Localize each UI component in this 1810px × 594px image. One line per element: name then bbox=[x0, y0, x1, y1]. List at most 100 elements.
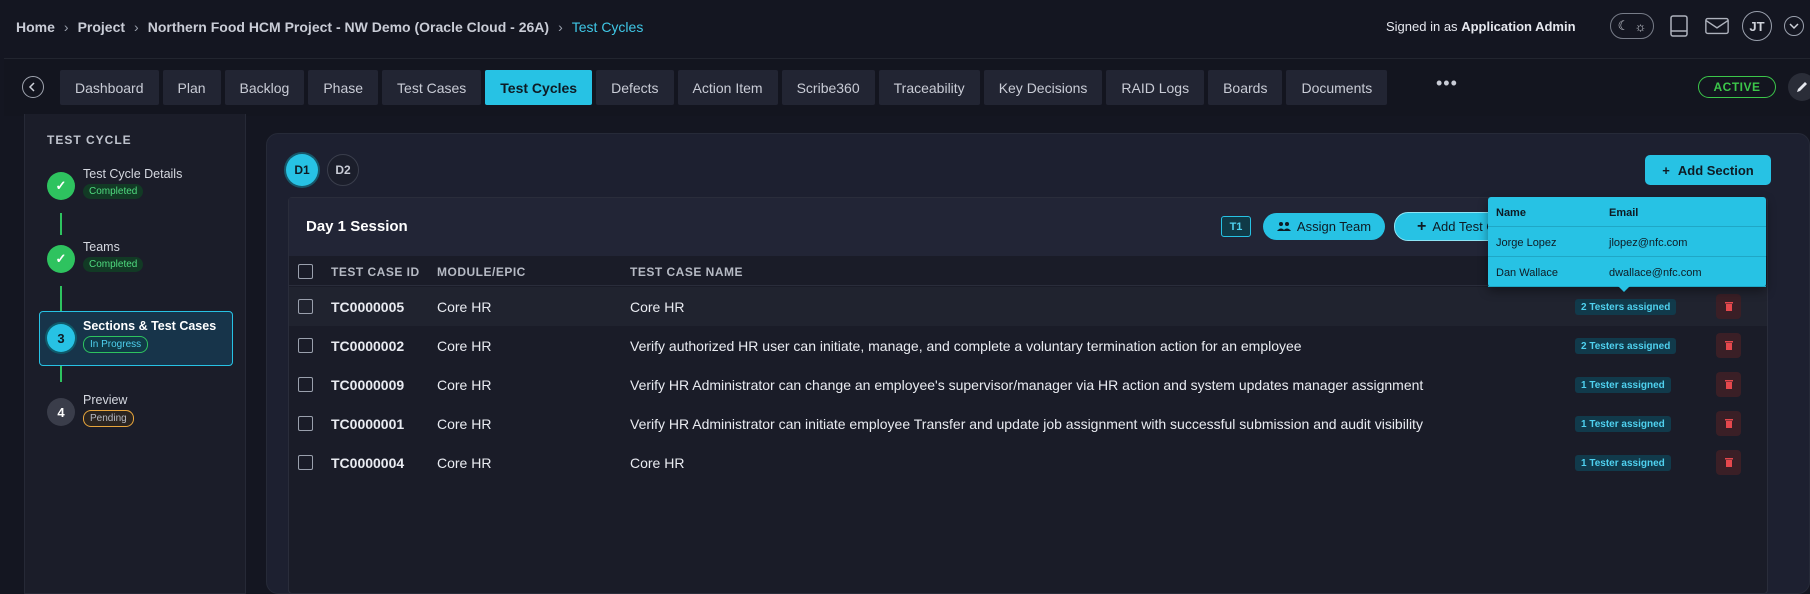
module: Core HR bbox=[437, 338, 492, 354]
day-tab-d1[interactable]: D1 bbox=[286, 154, 318, 186]
chevron-right-icon: › bbox=[134, 19, 139, 35]
step-connector bbox=[60, 366, 62, 382]
trash-icon[interactable] bbox=[1716, 372, 1741, 397]
column-header-id[interactable]: TEST CASE ID bbox=[331, 265, 420, 279]
tabs: Dashboard Plan Backlog Phase Test Cases … bbox=[60, 70, 1388, 105]
test-case-id: TC0000001 bbox=[331, 416, 405, 432]
tab-action-item[interactable]: Action Item bbox=[677, 70, 778, 105]
testers-badge[interactable]: 2 Testers assigned bbox=[1575, 338, 1677, 354]
tab-dashboard[interactable]: Dashboard bbox=[60, 70, 159, 105]
tab-test-cases[interactable]: Test Cases bbox=[382, 70, 482, 105]
table-row[interactable]: TC0000001 Core HR Verify HR Administrato… bbox=[289, 404, 1767, 443]
popover-arrow bbox=[1618, 286, 1630, 292]
popover-header-email: Email bbox=[1609, 207, 1639, 219]
more-icon[interactable]: ••• bbox=[1436, 73, 1458, 94]
table-row[interactable]: TC0000009 Core HR Verify HR Administrato… bbox=[289, 365, 1767, 404]
column-header-module[interactable]: MODULE/EPIC bbox=[437, 265, 526, 279]
row-checkbox[interactable] bbox=[298, 455, 313, 470]
table-row[interactable]: TC0000002 Core HR Verify authorized HR u… bbox=[289, 326, 1767, 365]
breadcrumb-project-name[interactable]: Northern Food HCM Project - NW Demo (Ora… bbox=[148, 19, 549, 35]
trash-icon[interactable] bbox=[1716, 294, 1741, 319]
step-status-badge: Completed bbox=[83, 257, 144, 272]
team-icon bbox=[1276, 219, 1291, 234]
popover-row: Dan Wallace dwallace@nfc.com bbox=[1488, 257, 1766, 287]
popover-header-name: Name bbox=[1496, 207, 1526, 219]
check-icon: ✓ bbox=[47, 172, 75, 200]
pencil-icon[interactable] bbox=[1788, 73, 1810, 101]
step-number: 3 bbox=[47, 324, 75, 352]
row-checkbox[interactable] bbox=[298, 416, 313, 431]
mail-icon[interactable] bbox=[1704, 12, 1730, 40]
avatar[interactable]: JT bbox=[1742, 11, 1772, 41]
day-tab-d2[interactable]: D2 bbox=[327, 154, 359, 186]
plus-icon: + bbox=[1417, 217, 1427, 235]
assign-team-button[interactable]: Assign Team bbox=[1263, 213, 1385, 240]
add-section-button[interactable]: + Add Section bbox=[1645, 155, 1771, 185]
row-checkbox[interactable] bbox=[298, 299, 313, 314]
chevron-down-icon[interactable] bbox=[1784, 16, 1804, 36]
session-title: Day 1 Session bbox=[306, 218, 408, 235]
trash-icon[interactable] bbox=[1716, 450, 1741, 475]
column-header-name[interactable]: TEST CASE NAME bbox=[630, 265, 743, 279]
test-case-id: TC0000009 bbox=[331, 377, 405, 393]
table-row[interactable]: TC0000005 Core HR Core HR 2 Testers assi… bbox=[289, 287, 1767, 326]
tester-name: Jorge Lopez bbox=[1496, 237, 1557, 249]
test-cycle-stepper: TEST CYCLE ✓ Test Cycle Details Complete… bbox=[24, 114, 246, 594]
breadcrumb: Home › Project › Northern Food HCM Proje… bbox=[16, 19, 643, 35]
test-case-name: Core HR bbox=[630, 299, 685, 315]
tab-boards[interactable]: Boards bbox=[1208, 70, 1283, 105]
tab-key-decisions[interactable]: Key Decisions bbox=[983, 70, 1103, 105]
signed-in-text: Signed in as Application Admin bbox=[1386, 19, 1576, 34]
module: Core HR bbox=[437, 299, 492, 315]
test-case-id: TC0000002 bbox=[331, 338, 405, 354]
tab-backlog[interactable]: Backlog bbox=[224, 70, 305, 105]
signed-in-prefix: Signed in as bbox=[1386, 19, 1458, 34]
row-checkbox[interactable] bbox=[298, 338, 313, 353]
step-status-badge: Pending bbox=[83, 410, 134, 427]
check-icon: ✓ bbox=[47, 245, 75, 273]
test-case-id: TC0000004 bbox=[331, 455, 405, 471]
tab-raid-logs[interactable]: RAID Logs bbox=[1106, 70, 1205, 105]
plus-icon: + bbox=[1662, 162, 1670, 178]
add-section-label: Add Section bbox=[1677, 162, 1754, 178]
step-title: Sections & Test Cases bbox=[83, 319, 217, 333]
step-connector bbox=[60, 286, 62, 312]
test-case-name: Verify HR Administrator can change an em… bbox=[630, 377, 1424, 393]
assign-team-label: Assign Team bbox=[1296, 219, 1372, 234]
testers-badge[interactable]: 1 Tester assigned bbox=[1575, 377, 1671, 393]
testers-badge[interactable]: 2 Testers assigned bbox=[1575, 299, 1677, 315]
status-badge: ACTIVE bbox=[1698, 76, 1776, 98]
tab-test-cycles[interactable]: Test Cycles bbox=[485, 70, 593, 105]
module: Core HR bbox=[437, 416, 492, 432]
tester-email: dwallace@nfc.com bbox=[1609, 267, 1702, 279]
back-arrow-icon[interactable] bbox=[22, 76, 44, 98]
theme-toggle[interactable]: ☾ ☼ bbox=[1610, 13, 1654, 39]
test-case-name: Verify HR Administrator can initiate emp… bbox=[630, 416, 1423, 432]
testers-badge[interactable]: 1 Tester assigned bbox=[1575, 416, 1671, 432]
chevron-right-icon: › bbox=[558, 19, 563, 35]
breadcrumb-home[interactable]: Home bbox=[16, 19, 55, 35]
tab-phase[interactable]: Phase bbox=[308, 70, 379, 105]
tab-scribe360[interactable]: Scribe360 bbox=[781, 70, 875, 105]
testers-badge[interactable]: 1 Tester assigned bbox=[1575, 455, 1671, 471]
step-status-badge: Completed bbox=[83, 184, 144, 199]
trash-icon[interactable] bbox=[1716, 411, 1741, 436]
tab-defects[interactable]: Defects bbox=[596, 70, 674, 105]
step-title: Teams bbox=[83, 240, 120, 254]
tab-traceability[interactable]: Traceability bbox=[878, 70, 980, 105]
signed-in-user: Application Admin bbox=[1461, 19, 1576, 34]
step-status-badge: In Progress bbox=[83, 336, 149, 353]
step-title: Preview bbox=[83, 393, 128, 407]
team-tag[interactable]: T1 bbox=[1221, 216, 1251, 237]
tab-plan[interactable]: Plan bbox=[162, 70, 221, 105]
moon-icon: ☾ bbox=[1617, 18, 1630, 33]
table-row[interactable]: TC0000004 Core HR Core HR 1 Tester assig… bbox=[289, 443, 1767, 482]
test-case-name: Verify authorized HR user can initiate, … bbox=[630, 338, 1302, 354]
trash-icon[interactable] bbox=[1716, 333, 1741, 358]
select-all-checkbox[interactable] bbox=[298, 264, 313, 279]
tab-documents[interactable]: Documents bbox=[1286, 70, 1388, 105]
tester-email: jlopez@nfc.com bbox=[1609, 237, 1688, 249]
row-checkbox[interactable] bbox=[298, 377, 313, 392]
book-icon[interactable] bbox=[1666, 12, 1692, 40]
breadcrumb-project[interactable]: Project bbox=[78, 19, 125, 35]
